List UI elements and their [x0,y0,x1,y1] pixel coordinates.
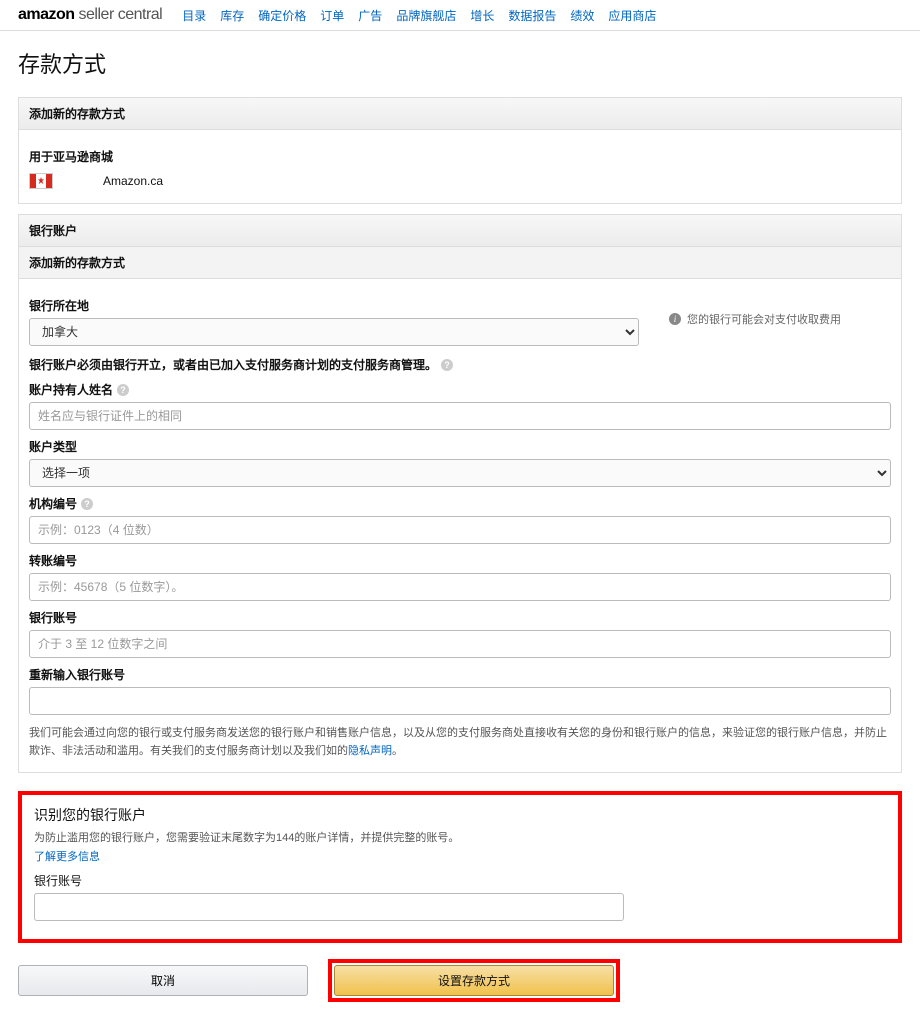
reenter-account-input[interactable] [29,687,891,715]
help-icon[interactable]: ? [81,498,93,510]
add-method-subheading: 添加新的存款方式 [18,247,902,279]
reenter-account-label: 重新输入银行账号 [29,666,891,683]
help-icon[interactable]: ? [117,384,129,396]
button-row: 取消 设置存款方式 [18,959,902,1002]
nav-advertising[interactable]: 广告 [358,7,382,24]
submit-button[interactable]: 设置存款方式 [334,965,614,996]
submit-highlight: 设置存款方式 [328,959,620,1002]
marketplace-row: Amazon.ca [29,169,891,193]
psp-note: 银行账户必须由银行开立，或者由已加入支付服务商计划的支付服务商管理。 ? [29,356,891,373]
bank-account-number-label: 银行账号 [29,609,891,626]
transit-number-label: 转账编号 [29,552,891,569]
logo-suffix: seller central [79,6,163,23]
fee-note: i 您的银行可能会对支付收取费用 [669,289,891,327]
nav-growth[interactable]: 增长 [470,7,494,24]
bank-form: 银行所在地 加拿大 i 您的银行可能会对支付收取费用 银行账户必须由银行开立，或… [18,279,902,773]
top-nav: 目录 库存 确定价格 订单 广告 品牌旗舰店 增长 数据报告 绩效 应用商店 [182,7,656,24]
logo: amazon seller central [18,6,162,24]
nav-orders[interactable]: 订单 [320,7,344,24]
learn-more-link[interactable]: 了解更多信息 [34,851,100,863]
bank-account-heading: 银行账户 [18,214,902,247]
bank-location-label: 银行所在地 [29,297,639,314]
account-type-select[interactable]: 选择一项 [29,459,891,487]
nav-performance[interactable]: 绩效 [570,7,594,24]
nav-inventory[interactable]: 库存 [220,7,244,24]
bank-location-select[interactable]: 加拿大 [29,318,639,346]
holder-name-label: 账户持有人姓名 ? [29,381,891,398]
flag-canada-icon [29,173,53,189]
main-container: 存款方式 添加新的存款方式 用于亚马逊商城 Amazon.ca 银行账户 添加新… [0,31,920,1032]
nav-reports[interactable]: 数据报告 [508,7,556,24]
verify-title: 识别您的银行账户 [34,805,886,825]
top-bar: amazon seller central 目录 库存 确定价格 订单 广告 品… [0,0,920,31]
logo-prefix: amazon [18,6,75,23]
marketplace-section: 用于亚马逊商城 Amazon.ca [18,130,902,204]
nav-pricing[interactable]: 确定价格 [258,7,306,24]
account-type-label: 账户类型 [29,438,891,455]
help-icon[interactable]: ? [441,359,453,371]
holder-name-input[interactable] [29,402,891,430]
page-title: 存款方式 [18,47,902,79]
transit-number-input[interactable] [29,573,891,601]
bank-account-number-input[interactable] [29,630,891,658]
verify-account-box: 识别您的银行账户 为防止滥用您的银行账户，您需要验证末尾数字为144的账户详情，… [18,791,902,943]
nav-stores[interactable]: 品牌旗舰店 [396,7,456,24]
info-icon: i [669,313,681,325]
institution-number-input[interactable] [29,516,891,544]
add-method-heading: 添加新的存款方式 [18,97,902,130]
marketplace-name: Amazon.ca [103,174,163,188]
verify-account-input[interactable] [34,893,624,921]
institution-number-label: 机构编号 ? [29,495,891,512]
verify-subtitle: 为防止滥用您的银行账户，您需要验证末尾数字为144的账户详情，并提供完整的账号。 [34,829,886,845]
used-for-label: 用于亚马逊商城 [29,148,891,165]
privacy-link[interactable]: 隐私声明 [348,745,392,757]
verify-account-label: 银行账号 [34,872,886,889]
nav-appstore[interactable]: 应用商店 [608,7,656,24]
disclaimer-text: 我们可能会通过向您的银行或支付服务商发送您的银行账户和销售账户信息，以及从您的支… [29,725,891,760]
cancel-button[interactable]: 取消 [18,965,308,996]
nav-catalog[interactable]: 目录 [182,7,206,24]
